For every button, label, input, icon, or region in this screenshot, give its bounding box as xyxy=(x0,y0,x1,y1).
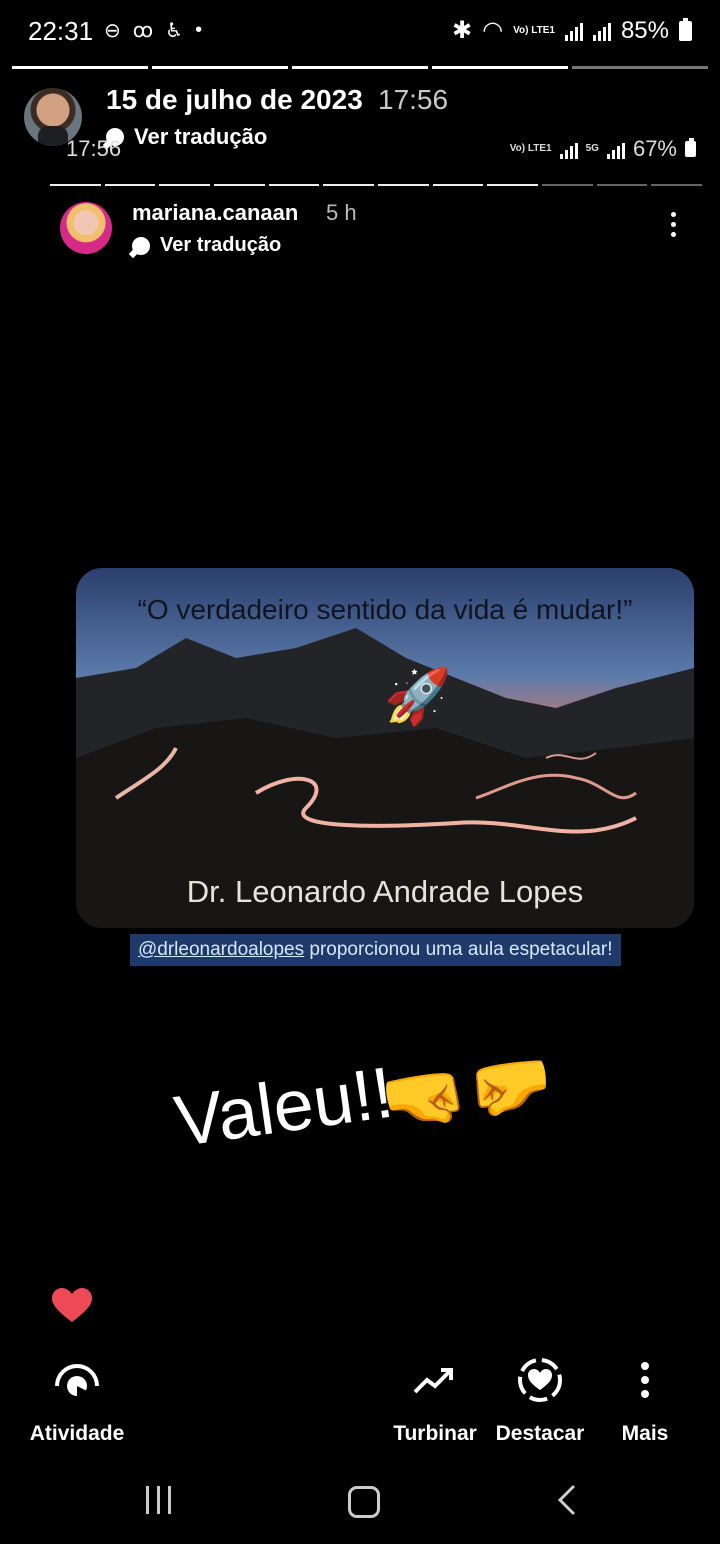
back-icon[interactable] xyxy=(556,1484,578,1516)
embedded-battery-percent: 67% xyxy=(632,136,677,161)
embedded-battery-icon xyxy=(685,138,696,157)
embedded-avatar[interactable] xyxy=(60,202,112,254)
embedded-translate-label: Ver tradução xyxy=(160,234,282,256)
dot-icon: • xyxy=(195,19,203,41)
progress-segment xyxy=(651,184,703,186)
embedded-age: 5 h xyxy=(326,200,357,225)
sticker-text: Valeu!! xyxy=(170,1052,398,1163)
battery-percent: 85% xyxy=(620,16,669,44)
caption-body: proporcionou uma aula espetacular! xyxy=(304,939,613,960)
embedded-signal-icon-2 xyxy=(606,139,625,159)
author-text: Dr. Leonardo Andrade Lopes xyxy=(186,874,584,909)
trending-up-icon xyxy=(413,1368,453,1394)
accessibility-icon: ♿ xyxy=(165,20,184,42)
progress-segment xyxy=(432,66,568,69)
boost-label: Turbinar xyxy=(393,1422,477,1445)
progress-segment xyxy=(487,184,539,186)
more-vertical-icon xyxy=(641,1362,649,1398)
lte-label: Vo) LTE1 xyxy=(513,24,555,36)
embedded-story-progress xyxy=(50,184,703,186)
progress-segment xyxy=(214,184,265,186)
activity-button[interactable]: Atividade xyxy=(26,1356,128,1446)
highlight-button[interactable]: Destacar xyxy=(492,1356,588,1446)
embedded-username[interactable]: mariana.canaan xyxy=(132,200,298,226)
story-date: 15 de julho de 2023 xyxy=(106,84,363,115)
progress-segment xyxy=(378,184,429,186)
progress-segment xyxy=(542,184,593,186)
do-not-disturb-icon: ⊖ xyxy=(104,20,121,42)
embedded-more-icon[interactable] xyxy=(664,212,682,242)
story-progress xyxy=(12,66,708,69)
boost-button[interactable]: Turbinar xyxy=(392,1356,478,1446)
status-bar: 22:31 ⊖ ꝏ ♿ • ✱ ◠ Vo) LTE1 85% xyxy=(0,0,720,64)
progress-segment xyxy=(323,184,375,186)
fist-bump-icon: 🤜🤛 xyxy=(375,1041,559,1143)
system-nav-bar xyxy=(0,1470,720,1530)
progress-segment xyxy=(50,184,101,186)
battery-icon xyxy=(679,17,692,41)
story-time: 17:56 xyxy=(378,84,449,115)
heart-icon[interactable] xyxy=(52,1288,92,1324)
signal-icon xyxy=(564,21,583,41)
recents-icon[interactable] xyxy=(146,1486,171,1514)
progress-segment xyxy=(12,66,148,69)
progress-segment xyxy=(572,66,708,69)
status-time: 22:31 xyxy=(28,16,94,46)
eye-icon xyxy=(55,1364,99,1397)
highlight-label: Destacar xyxy=(495,1422,585,1445)
embedded-lte-label: Vo) LTE1 xyxy=(509,143,552,154)
embedded-5g-label: 5G xyxy=(585,143,599,154)
caption-text: @drleonardoalopes proporcionou uma aula … xyxy=(130,934,621,966)
signal-icon-2 xyxy=(592,21,611,41)
home-icon[interactable] xyxy=(348,1486,380,1518)
mention-link[interactable]: @drleonardoalopes xyxy=(138,939,304,960)
progress-segment xyxy=(596,184,648,186)
progress-segment xyxy=(152,66,288,69)
progress-segment xyxy=(432,184,484,186)
progress-segment xyxy=(292,66,428,69)
progress-segment xyxy=(159,184,211,186)
rocket-icon: 🚀 xyxy=(384,667,452,727)
progress-segment xyxy=(104,184,156,186)
bluetooth-icon: ✱ xyxy=(452,17,473,44)
more-button[interactable]: Mais xyxy=(612,1356,678,1446)
embedded-translate-button[interactable]: Ver tradução xyxy=(132,234,281,257)
highlight-heart-icon xyxy=(518,1358,562,1402)
translate-bubble-icon xyxy=(132,236,150,255)
voicemail-icon: ꝏ xyxy=(132,20,154,42)
quote-text: “O verdadeiro sentido da vida é mudar!” xyxy=(137,594,633,625)
embedded-status-bar: 17:56 Vo) LTE1 5G 67% xyxy=(60,134,710,164)
embedded-status-time: 17:56 xyxy=(66,136,122,161)
embedded-signal-icon xyxy=(559,139,578,159)
more-label: Mais xyxy=(621,1422,669,1445)
wifi-icon: ◠ xyxy=(482,17,504,44)
progress-segment xyxy=(268,184,320,186)
story-image: “O verdadeiro sentido da vida é mudar!” … xyxy=(76,568,694,928)
activity-label: Atividade xyxy=(29,1422,125,1445)
